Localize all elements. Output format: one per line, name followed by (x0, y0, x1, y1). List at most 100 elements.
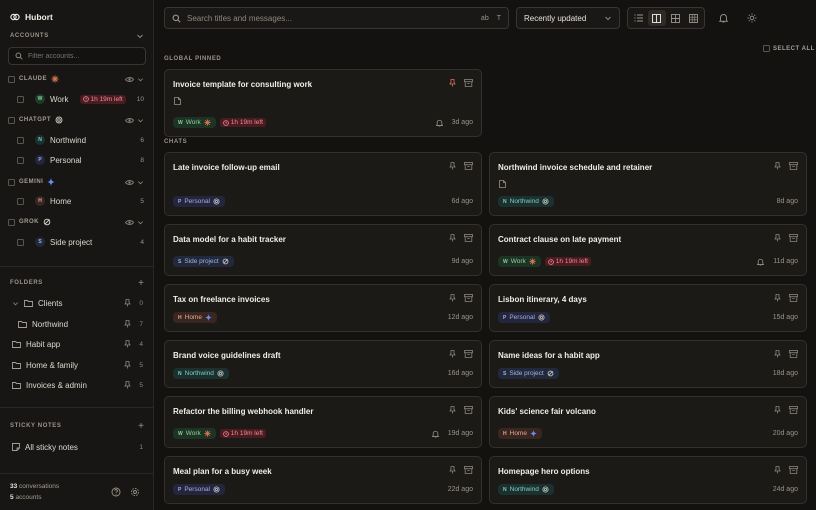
chat-card[interactable]: Kids' science fair volcano H Home 20d ago (489, 396, 807, 448)
pin-icon[interactable] (449, 234, 456, 242)
folder-home-family[interactable]: Home & family 5 (12, 358, 143, 372)
chat-card[interactable]: Homepage hero options N Northwind 24d ago (489, 456, 807, 504)
filter-accounts-input[interactable] (28, 52, 138, 60)
eye-icon[interactable] (125, 179, 134, 186)
pin-icon[interactable] (124, 299, 132, 307)
sort-select[interactable]: Recently updated (516, 7, 620, 29)
chat-card[interactable]: Refactor the billing webhook handler W Wor… (164, 396, 482, 448)
pin-icon[interactable] (124, 340, 132, 348)
chat-card[interactable]: Name ideas for a habit app S Side project 1… (489, 340, 807, 388)
archive-icon[interactable] (464, 234, 473, 242)
archive-icon[interactable] (464, 466, 473, 474)
chevron-down-icon[interactable] (136, 32, 144, 40)
pin-icon[interactable] (774, 294, 781, 302)
pin-icon[interactable] (449, 466, 456, 474)
account-checkbox[interactable] (8, 218, 15, 226)
subaccount-home[interactable]: H Home 5 (17, 194, 144, 208)
subaccount-checkbox[interactable] (17, 95, 24, 103)
account-tag[interactable]: N Northwind (173, 368, 229, 379)
bell-icon[interactable] (757, 258, 765, 266)
pin-icon[interactable] (774, 162, 781, 170)
help-icon[interactable] (111, 487, 121, 497)
pin-icon[interactable] (449, 79, 456, 87)
filter-accounts-box[interactable] (8, 47, 146, 65)
chat-card[interactable]: Invoice template for consulting work W Wor… (164, 69, 482, 137)
subaccount-side-project[interactable]: S Side project 4 (17, 235, 144, 249)
chevron-down-icon[interactable] (137, 219, 144, 226)
chat-card[interactable]: Contract clause on late payment W Work 1h 1… (489, 224, 807, 276)
account-grok[interactable]: GROK (8, 216, 144, 228)
account-chatgpt[interactable]: CHATGPT (8, 114, 144, 126)
pin-icon[interactable] (774, 234, 781, 242)
pin-icon[interactable] (449, 406, 456, 414)
account-tag[interactable]: P Personal (173, 196, 225, 207)
pin-icon[interactable] (124, 381, 132, 389)
eye-icon[interactable] (125, 117, 134, 124)
archive-icon[interactable] (464, 294, 473, 302)
pin-icon[interactable] (774, 350, 781, 358)
chat-card[interactable]: Meal plan for a busy week P Personal 22d ag… (164, 456, 482, 504)
select-all[interactable]: SELECT ALL (763, 45, 815, 52)
search-input[interactable] (187, 13, 475, 23)
match-case-toggle[interactable]: ab (481, 15, 489, 22)
bell-icon[interactable] (431, 430, 439, 438)
archive-icon[interactable] (789, 350, 798, 358)
pin-icon[interactable] (449, 350, 456, 358)
dense-grid-view-icon[interactable] (685, 10, 702, 26)
eye-icon[interactable] (125, 219, 134, 226)
add-sticky-note-icon[interactable]: + (138, 421, 144, 432)
chat-card[interactable]: Brand voice guidelines draft N Northwind 16… (164, 340, 482, 388)
pin-icon[interactable] (774, 466, 781, 474)
archive-icon[interactable] (789, 294, 798, 302)
archive-icon[interactable] (789, 466, 798, 474)
account-gemini[interactable]: GEMINI (8, 176, 144, 188)
grid-view-icon[interactable] (667, 10, 684, 26)
pin-icon[interactable] (124, 361, 132, 369)
account-tag[interactable]: W Work (173, 428, 216, 439)
pin-icon[interactable] (774, 406, 781, 414)
account-tag[interactable]: W Work (498, 256, 541, 267)
chat-card[interactable]: Tax on freelance invoices H Home 12d ago (164, 284, 482, 332)
subaccount-checkbox[interactable] (17, 197, 24, 205)
chat-card[interactable]: Lisbon itinerary, 4 days P Personal 15d ago (489, 284, 807, 332)
account-tag[interactable]: N Northwind (498, 484, 554, 495)
archive-icon[interactable] (464, 79, 473, 87)
account-tag[interactable]: S Side project (498, 368, 559, 379)
bell-icon[interactable] (435, 119, 443, 127)
archive-icon[interactable] (464, 350, 473, 358)
pin-icon[interactable] (449, 294, 456, 302)
subaccount-checkbox[interactable] (17, 136, 24, 144)
account-tag[interactable]: H Home (173, 312, 217, 323)
account-tag[interactable]: W Work (173, 117, 216, 128)
account-tag[interactable]: P Personal (498, 312, 550, 323)
account-tag[interactable]: N Northwind (498, 196, 554, 207)
gear-icon[interactable] (130, 487, 140, 497)
folder-clients[interactable]: Clients 0 (12, 296, 143, 310)
chevron-down-icon[interactable] (137, 117, 144, 124)
select-all-checkbox[interactable] (763, 45, 770, 52)
archive-icon[interactable] (789, 234, 798, 242)
account-checkbox[interactable] (8, 116, 15, 124)
archive-icon[interactable] (464, 162, 473, 170)
account-tag[interactable]: S Side project (173, 256, 234, 267)
eye-icon[interactable] (125, 76, 134, 83)
archive-icon[interactable] (789, 162, 798, 170)
chat-card[interactable]: Late invoice follow-up email P Personal 6d … (164, 152, 482, 216)
chat-card[interactable]: Data model for a habit tracker S Side proj… (164, 224, 482, 276)
archive-icon[interactable] (464, 406, 473, 414)
archive-icon[interactable] (789, 406, 798, 414)
folder-invoices-admin[interactable]: Invoices & admin 5 (12, 378, 143, 392)
list-view-icon[interactable] (630, 10, 647, 26)
accounts-section-header[interactable]: ACCOUNTS (10, 31, 144, 41)
bell-icon[interactable] (715, 10, 731, 26)
chevron-down-icon[interactable] (137, 179, 144, 186)
subaccount-work[interactable]: W Work 1h 19m left 10 (17, 92, 144, 106)
sticky-all-notes[interactable]: All sticky notes 1 (12, 440, 143, 454)
account-tag[interactable]: H Home (498, 428, 542, 439)
chevron-down-icon[interactable] (137, 76, 144, 83)
subaccount-checkbox[interactable] (17, 156, 24, 164)
chat-card[interactable]: Northwind invoice schedule and retainer N… (489, 152, 807, 216)
subaccount-personal[interactable]: P Personal 8 (17, 153, 144, 167)
account-checkbox[interactable] (8, 178, 15, 186)
search-box[interactable]: ab T (164, 7, 509, 29)
